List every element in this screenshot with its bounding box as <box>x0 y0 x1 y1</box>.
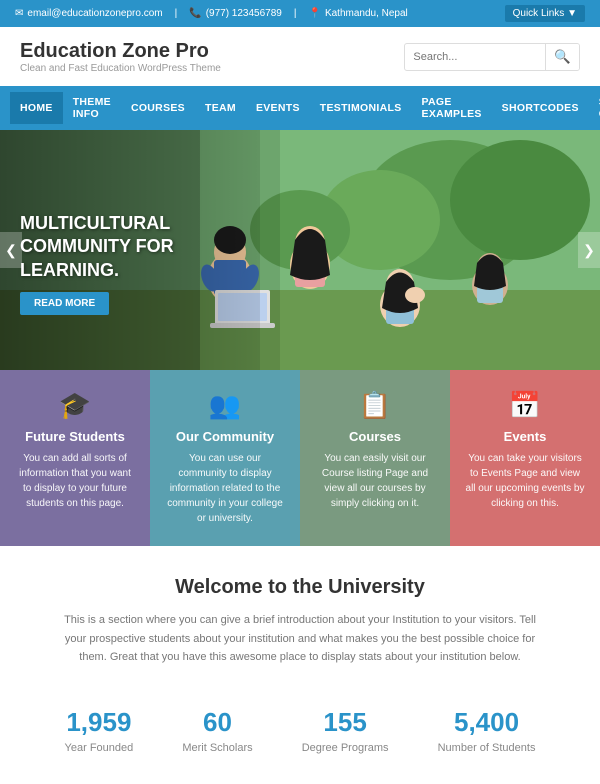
quick-links-button[interactable]: Quick Links ▼ <box>505 5 585 22</box>
features-section: 🎓 Future Students You can add all sorts … <box>0 370 600 546</box>
nav-courses[interactable]: COURSES <box>121 92 195 124</box>
email-icon: ✉ <box>15 8 23 19</box>
nav-theme-info[interactable]: THEME INFO <box>63 86 121 130</box>
feature-icon-3: 📅 <box>465 390 585 421</box>
nav-page-examples[interactable]: PAGE EXAMPLES <box>412 86 492 130</box>
hero-prev-button[interactable]: ❮ <box>0 232 22 268</box>
welcome-section: Welcome to the University This is a sect… <box>0 546 600 687</box>
location-text: Kathmandu, Nepal <box>325 8 408 19</box>
stat-number-0: 1,959 <box>65 707 134 738</box>
phone-info: 📞 (977) 123456789 <box>189 8 282 19</box>
feature-title-0: Future Students <box>15 429 135 444</box>
nav-testimonials[interactable]: TESTIMONIALS <box>310 92 412 124</box>
stat-number-3: 5,400 <box>438 707 536 738</box>
stat-item-2: 155 Degree Programs <box>302 707 389 754</box>
contact-info: ✉ email@educationzonepro.com | 📞 (977) 1… <box>15 8 408 19</box>
feature-box-1: 👥 Our Community You can use our communit… <box>150 370 300 546</box>
search-area: 🔍 <box>404 43 580 71</box>
stat-label-1: Merit Scholars <box>182 742 252 754</box>
stat-label-2: Degree Programs <box>302 742 389 754</box>
stat-item-0: 1,959 Year Founded <box>65 707 134 754</box>
feature-box-3: 📅 Events You can take your visitors to E… <box>450 370 600 546</box>
search-input[interactable] <box>405 46 545 68</box>
nav-team[interactable]: TEAM <box>195 92 246 124</box>
stat-label-0: Year Founded <box>65 742 134 754</box>
stat-label-3: Number of Students <box>438 742 536 754</box>
site-title: Education Zone Pro <box>20 39 221 63</box>
phone-icon: 📞 <box>189 8 201 19</box>
hero-next-button[interactable]: ❯ <box>578 232 600 268</box>
hero-text-area: MULTICULTURAL COMMUNITY FOR LEARNING. RE… <box>20 212 240 315</box>
feature-icon-1: 👥 <box>165 390 285 421</box>
feature-title-1: Our Community <box>165 429 285 444</box>
feature-box-2: 📋 Courses You can easily visit our Cours… <box>300 370 450 546</box>
logo-area: Education Zone Pro Clean and Fast Educat… <box>20 39 221 74</box>
stat-number-1: 60 <box>182 707 252 738</box>
welcome-title: Welcome to the University <box>60 576 540 599</box>
read-more-button[interactable]: READ MORE <box>20 292 109 315</box>
feature-desc-0: You can add all sorts of information tha… <box>15 451 135 511</box>
divider-2: | <box>294 8 297 19</box>
feature-desc-3: You can take your visitors to Events Pag… <box>465 451 585 511</box>
feature-box-0: 🎓 Future Students You can add all sorts … <box>0 370 150 546</box>
hero-title: MULTICULTURAL COMMUNITY FOR LEARNING. <box>20 212 240 282</box>
stat-number-2: 155 <box>302 707 389 738</box>
welcome-description: This is a section where you can give a b… <box>60 611 540 667</box>
site-header: Education Zone Pro Clean and Fast Educat… <box>0 27 600 86</box>
feature-icon-2: 📋 <box>315 390 435 421</box>
divider-1: | <box>175 8 178 19</box>
nav-home[interactable]: HOME <box>10 92 63 124</box>
feature-title-2: Courses <box>315 429 435 444</box>
email-info: ✉ email@educationzonepro.com <box>15 8 163 19</box>
top-bar: ✉ email@educationzonepro.com | 📞 (977) 1… <box>0 0 600 27</box>
nav-style-guide[interactable]: STYLE GUIDE <box>589 86 600 130</box>
site-tagline: Clean and Fast Education WordPress Theme <box>20 63 221 74</box>
main-nav: HOME THEME INFO COURSES TEAM EVENTS TEST… <box>0 86 600 130</box>
feature-desc-2: You can easily visit our Course listing … <box>315 451 435 511</box>
email-text: email@educationzonepro.com <box>27 8 162 19</box>
feature-icon-0: 🎓 <box>15 390 135 421</box>
feature-title-3: Events <box>465 429 585 444</box>
feature-desc-1: You can use our community to display inf… <box>165 451 285 526</box>
stat-item-3: 5,400 Number of Students <box>438 707 536 754</box>
nav-shortcodes[interactable]: SHORTCODES <box>492 92 589 124</box>
location-info: 📍 Kathmandu, Nepal <box>308 8 407 19</box>
location-icon: 📍 <box>308 8 320 19</box>
hero-section: MULTICULTURAL COMMUNITY FOR LEARNING. RE… <box>0 130 600 370</box>
stat-item-1: 60 Merit Scholars <box>182 707 252 754</box>
nav-events[interactable]: EVENTS <box>246 92 310 124</box>
search-button[interactable]: 🔍 <box>545 44 579 70</box>
phone-text: (977) 123456789 <box>206 8 282 19</box>
stats-section: 1,959 Year Founded 60 Merit Scholars 155… <box>0 687 600 784</box>
